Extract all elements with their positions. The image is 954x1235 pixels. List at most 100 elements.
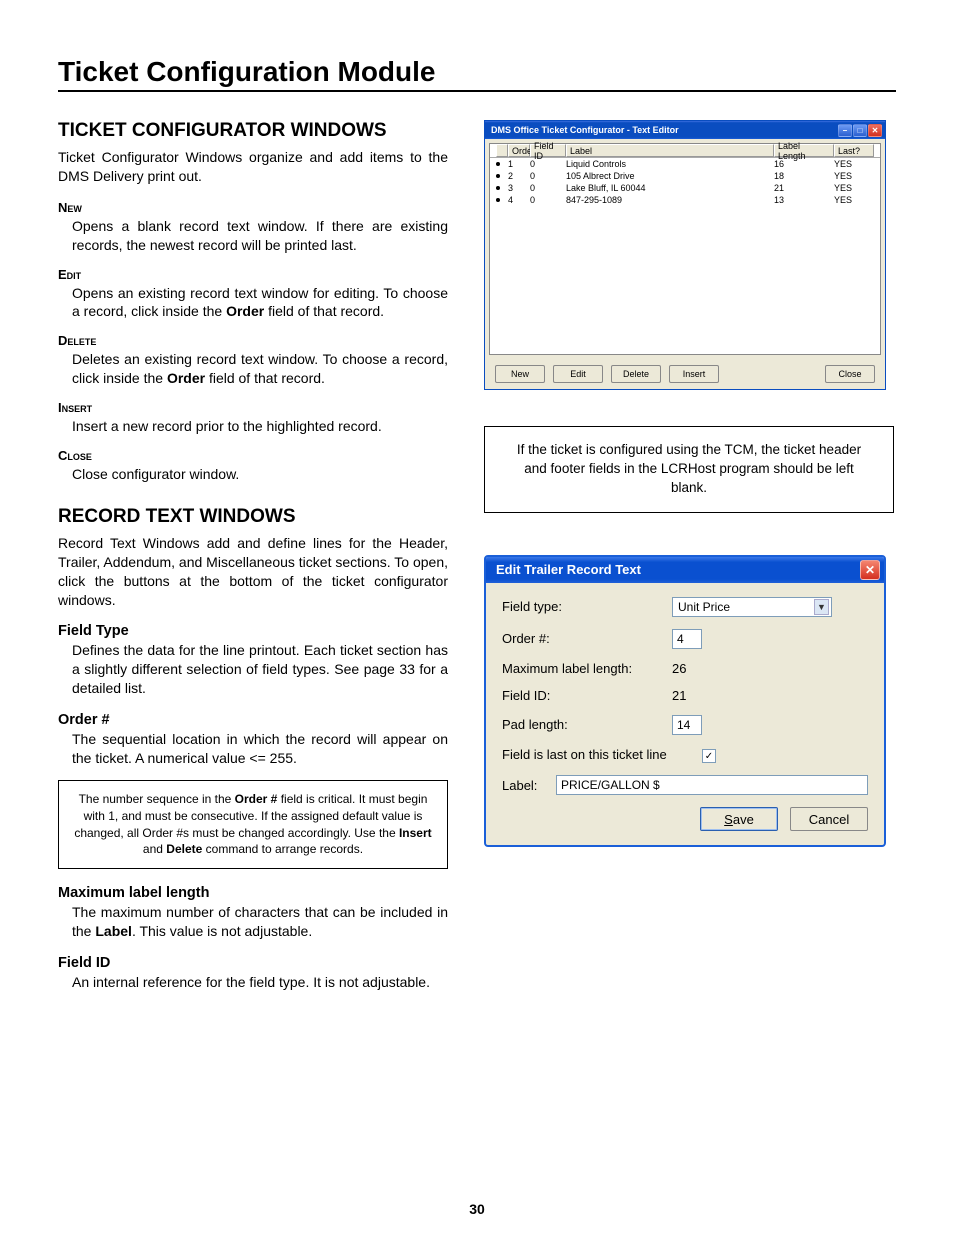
islast-row: Field is last on this ticket line ✓	[502, 747, 868, 764]
cell-len: 21	[774, 183, 834, 193]
table-header-row: Order Field ID Label Label Length Last?	[490, 144, 880, 158]
close-icon[interactable]: ✕	[860, 560, 880, 580]
section2-heading: RECORD TEXT WINDOWS	[58, 506, 448, 528]
page-number: 30	[0, 1201, 954, 1217]
close-button[interactable]: Close	[825, 365, 875, 383]
cell-label: 847-295-1089	[566, 195, 774, 205]
def-term-fieldid: Field ID	[58, 955, 448, 971]
cell-order: 1	[508, 159, 530, 169]
maxlen-row: Maximum label length: 26	[502, 661, 868, 676]
cell-len: 13	[774, 195, 834, 205]
table-row[interactable]: 4 0 847-295-1089 13 YES	[490, 194, 880, 206]
right-column: DMS Office Ticket Configurator - Text Ed…	[484, 120, 894, 1004]
fieldid-row: Field ID: 21	[502, 688, 868, 703]
row-marker-icon	[496, 186, 500, 190]
row-marker-icon	[496, 162, 500, 166]
edit-trailer-record-window: Edit Trailer Record Text ✕ Field type: U…	[484, 555, 886, 848]
field-type-label: Field type:	[502, 599, 672, 614]
window-title: Edit Trailer Record Text	[496, 562, 641, 577]
close-icon[interactable]: ✕	[868, 124, 882, 137]
order-row: Order #: 4	[502, 629, 868, 649]
cell-len: 18	[774, 171, 834, 181]
tcm-note-box: If the ticket is configured using the TC…	[484, 426, 894, 513]
new-button[interactable]: New	[495, 365, 545, 383]
b: Label	[95, 923, 132, 939]
cancel-button[interactable]: Cancel	[790, 807, 868, 831]
window-titlebar[interactable]: DMS Office Ticket Configurator - Text Ed…	[485, 121, 885, 139]
save-rest: ave	[733, 812, 754, 827]
cell-fieldid: 0	[530, 183, 566, 193]
text-editor-window: DMS Office Ticket Configurator - Text Ed…	[484, 120, 886, 390]
table-body: Order Field ID Label Label Length Last? …	[489, 143, 881, 355]
minimize-icon[interactable]: –	[838, 124, 852, 137]
cell-label: Lake Bluff, IL 60044	[566, 183, 774, 193]
def-desc-new: Opens a blank record text window. If the…	[72, 217, 448, 255]
b: Insert	[399, 826, 432, 840]
def-term-ordernum: Order #	[58, 712, 448, 728]
cell-label: 105 Albrect Drive	[566, 171, 774, 181]
label-row: Label: PRICE/GALLON $	[502, 775, 868, 795]
maxlen-label: Maximum label length:	[502, 661, 672, 676]
label-label: Label:	[502, 778, 556, 793]
col-field-id[interactable]: Field ID	[530, 144, 566, 157]
cell-fieldid: 0	[530, 195, 566, 205]
col-label-length[interactable]: Label Length	[774, 144, 834, 157]
col-order[interactable]: Order	[508, 144, 530, 157]
cell-last: YES	[834, 171, 874, 181]
page-title: Ticket Configuration Module	[58, 56, 896, 92]
window-footer: New Edit Delete Insert Close	[485, 359, 885, 389]
delete-button[interactable]: Delete	[611, 365, 661, 383]
maxlen-value: 26	[672, 661, 868, 676]
edit-button[interactable]: Edit	[553, 365, 603, 383]
def-desc-fieldtype: Defines the data for the line printout. …	[72, 641, 448, 698]
cell-fieldid: 0	[530, 171, 566, 181]
dialog-button-row: Save Cancel	[502, 807, 868, 831]
def-term-fieldtype: Field Type	[58, 623, 448, 639]
table-row[interactable]: 1 0 Liquid Controls 16 YES	[490, 158, 880, 170]
b: Delete	[166, 842, 202, 856]
left-column: TICKET CONFIGURATOR WINDOWS Ticket Confi…	[58, 120, 448, 1004]
txt: The number sequence in the	[79, 792, 235, 806]
field-type-row: Field type: Unit Price ▼	[502, 597, 868, 617]
table-row[interactable]: 2 0 105 Albrect Drive 18 YES	[490, 170, 880, 182]
window-title: DMS Office Ticket Configurator - Text Ed…	[491, 125, 679, 135]
def-desc-maxlabel: The maximum number of characters that ca…	[72, 903, 448, 941]
def-desc-edit: Opens an existing record text window for…	[72, 284, 448, 322]
cell-fieldid: 0	[530, 159, 566, 169]
cell-order: 4	[508, 195, 530, 205]
maximize-icon[interactable]: □	[853, 124, 867, 137]
table-row[interactable]: 3 0 Lake Bluff, IL 60044 21 YES	[490, 182, 880, 194]
cell-label: Liquid Controls	[566, 159, 774, 169]
field-type-select[interactable]: Unit Price ▼	[672, 597, 832, 617]
b: Order #	[235, 792, 278, 806]
fieldid-value: 21	[672, 688, 868, 703]
row-marker-icon	[496, 198, 500, 202]
cell-last: YES	[834, 159, 874, 169]
chevron-down-icon[interactable]: ▼	[814, 599, 829, 615]
col-last[interactable]: Last?	[834, 144, 874, 157]
insert-button[interactable]: Insert	[669, 365, 719, 383]
order-note-box: The number sequence in the Order # field…	[58, 780, 448, 869]
section1-heading: TICKET CONFIGURATOR WINDOWS	[58, 120, 448, 142]
txt: field of that record.	[205, 370, 325, 386]
cell-order: 2	[508, 171, 530, 181]
def-term-new: New	[58, 200, 448, 215]
save-underline: S	[724, 812, 733, 827]
cell-order: 3	[508, 183, 530, 193]
cell-last: YES	[834, 195, 874, 205]
dialog-body: Field type: Unit Price ▼ Order #: 4 Maxi…	[486, 583, 884, 846]
padlen-input[interactable]: 14	[672, 715, 702, 735]
section1-intro: Ticket Configurator Windows organize and…	[58, 148, 448, 186]
cell-len: 16	[774, 159, 834, 169]
fieldid-label: Field ID:	[502, 688, 672, 703]
label-input[interactable]: PRICE/GALLON $	[556, 775, 868, 795]
col-label[interactable]: Label	[566, 144, 774, 157]
order-label: Order #:	[502, 631, 672, 646]
islast-checkbox[interactable]: ✓	[702, 749, 716, 763]
order-input[interactable]: 4	[672, 629, 702, 649]
save-button[interactable]: Save	[700, 807, 778, 831]
txt: command to arrange records.	[202, 842, 363, 856]
cell-last: YES	[834, 183, 874, 193]
bold-order: Order	[226, 303, 264, 319]
window-titlebar[interactable]: Edit Trailer Record Text ✕	[486, 557, 884, 583]
